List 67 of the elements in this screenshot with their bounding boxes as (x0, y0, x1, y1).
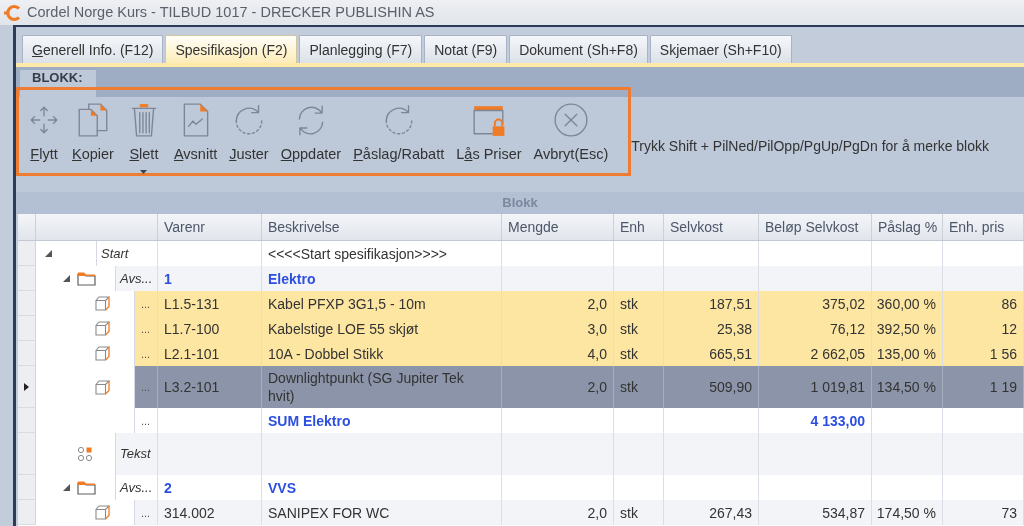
table-row[interactable]: ... L1.7-100 Kabelstige LOE 55 skjøt 3,0 stk 25,38 76,12 392,50 % 12 (134, 316, 1024, 341)
table-cell: SANIPEX FOR WC (262, 500, 502, 525)
hint-text: Trykk Shift + PilNed/PilOpp/PgUp/PgDn for å merke blokk (631, 137, 990, 156)
table-cell: 314.002 (158, 500, 262, 525)
column-header[interactable]: Selvkost (664, 214, 759, 240)
column-header[interactable]: Varenr (158, 214, 262, 240)
folder-icon (77, 271, 96, 286)
package-icon (95, 505, 110, 520)
tab[interactable]: Planlegging (F7) (299, 35, 423, 63)
dots-grid-icon (77, 446, 93, 462)
table-cell: Downlightpunkt (SG Jupiter Tek hvit) (262, 366, 502, 408)
tab[interactable]: Skjemaer (Sh+F10) (649, 35, 792, 63)
tab[interactable]: Dokument (Sh+F8) (509, 35, 648, 63)
table-cell: 509,90 (664, 366, 759, 408)
group-header: Blokk (16, 192, 1024, 214)
table-row[interactable]: ... L1.5-131 Kabel PFXP 3G1,5 - 10m 2,0 stk 187,51 375,02 360,00 % 86 (134, 291, 1024, 316)
expanded-arrow-icon[interactable] (45, 250, 52, 257)
close-circle-icon (552, 102, 589, 138)
table-cell: 2,0 (502, 366, 614, 408)
table-cell: 1 19 (943, 366, 1024, 408)
move-button[interactable]: Flytt (22, 102, 66, 163)
column-header[interactable]: Beskrivelse (262, 214, 502, 240)
package-icon (95, 321, 110, 336)
tab[interactable]: Generell Info. (F12) (22, 35, 164, 63)
column-header[interactable]: Enh. pris (943, 214, 1024, 240)
package-icon (95, 346, 110, 361)
table-cell: 174,50 % (872, 500, 943, 525)
section-button[interactable]: Avsnitt (167, 102, 224, 163)
table-cell: 2,0 (502, 500, 614, 525)
table-cell: L3.2-101 (158, 366, 262, 408)
node-type-label: Tekst (115, 433, 158, 475)
table-cell: 267,43 (664, 500, 759, 525)
folder-icon (77, 480, 96, 495)
package-icon (95, 296, 110, 311)
update-button[interactable]: Oppdater (274, 102, 348, 163)
column-header[interactable]: Enh (614, 214, 664, 240)
delete-button[interactable]: Slett (119, 102, 168, 174)
ellipsis-label[interactable]: ... (134, 500, 158, 525)
move-arrows-icon (28, 104, 60, 136)
table-row[interactable]: ... L2.1-101 10A - Dobbel Stikk 4,0 stk 665,51 2 662,05 135,00 % 1 56 (134, 341, 1024, 366)
adjust-button[interactable]: Juster (223, 102, 275, 163)
cancel-button[interactable]: Avbryt(Esc) (527, 102, 615, 163)
table-cell: stk (614, 500, 664, 525)
expanded-arrow-icon[interactable] (63, 484, 70, 491)
tab[interactable]: Spesifikasjon (F2) (165, 35, 298, 63)
copy-button[interactable]: Kopier (66, 102, 120, 163)
table-row[interactable]: Avs... 1 Elektro (115, 266, 1024, 291)
table-cell: 134,50 % (872, 366, 943, 408)
row-header[interactable] (18, 366, 36, 408)
package-icon (95, 379, 110, 395)
column-header[interactable]: Mengde (502, 214, 614, 240)
table-row[interactable]: ... 314.002 SANIPEX FOR WC 2,0 stk 267,43 534,87 174,50 % 73 (134, 500, 1024, 525)
expanded-arrow-icon[interactable] (63, 275, 70, 282)
table-row[interactable]: ... L3.2-101 Downlightpunkt (SG Jupiter Tek hvit) 2,0 stk 509,90 1 019,81 134,50 % 1 19 (134, 366, 1024, 408)
markup-button[interactable]: Påslag/Rabatt (347, 102, 451, 163)
table-cell: 73 (943, 500, 1024, 525)
app-logo-icon (4, 3, 22, 22)
table-cell: 1 019,81 (759, 366, 872, 408)
table-cell: 534,87 (759, 500, 872, 525)
tab[interactable]: Notat (F9) (424, 35, 508, 63)
column-header[interactable]: Påslag % (872, 214, 943, 240)
window-title: Cordel Norge Kurs - TILBUD 1017 - DRECKER PUBLISHIN AS (27, 2, 435, 22)
ribbon-tab[interactable]: BLOKK: (20, 70, 96, 97)
lock-prices-button[interactable]: Lås Priser (450, 102, 528, 163)
column-header[interactable]: Beløp Selvkost (759, 214, 872, 240)
table-cell: stk (614, 366, 664, 408)
table-row[interactable]: Tekst (115, 433, 1024, 475)
